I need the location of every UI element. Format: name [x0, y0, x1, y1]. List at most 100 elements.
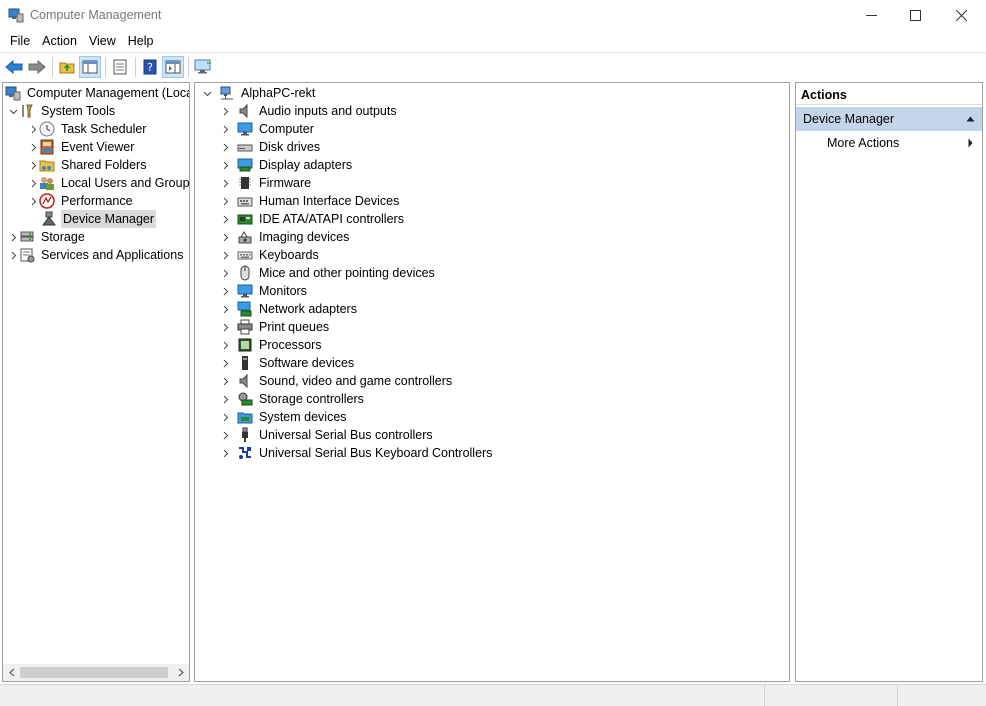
chevron-right-icon[interactable] — [219, 282, 231, 300]
more-actions-item[interactable]: More Actions — [796, 133, 982, 153]
status-segment — [897, 685, 986, 706]
device-category-universal-serial-bus-controllers[interactable]: Universal Serial Bus controllers — [219, 426, 435, 444]
device-category-firmware[interactable]: Firmware — [219, 174, 313, 192]
chevron-right-icon[interactable] — [219, 390, 231, 408]
chevron-right-icon[interactable] — [219, 336, 231, 354]
help-button[interactable]: ? — [139, 56, 161, 78]
storage-controller-icon — [237, 391, 253, 407]
scrollbar-thumb[interactable] — [20, 667, 168, 678]
menu-file[interactable]: File — [4, 31, 36, 51]
device-category-label: Network adapters — [259, 302, 357, 316]
menu-help[interactable]: Help — [122, 31, 160, 51]
chevron-right-icon[interactable] — [219, 408, 231, 426]
tree-item-system-tools[interactable]: System Tools — [7, 102, 117, 120]
chevron-right-icon[interactable] — [219, 120, 231, 138]
chevron-right-icon[interactable] — [219, 228, 231, 246]
chevron-right-icon[interactable] — [7, 228, 19, 246]
chevron-right-icon[interactable] — [219, 138, 231, 156]
clock-icon — [39, 121, 55, 137]
device-category-display-adapters[interactable]: Display adapters — [219, 156, 354, 174]
back-button[interactable] — [3, 56, 25, 78]
chevron-right-icon[interactable] — [219, 156, 231, 174]
show-hide-action-pane-button[interactable] — [162, 55, 184, 78]
tree-item-performance[interactable]: Performance — [27, 192, 135, 210]
window-title: Computer Management — [30, 8, 162, 22]
device-category-processors[interactable]: Processors — [219, 336, 324, 354]
chevron-right-icon[interactable] — [219, 300, 231, 318]
firmware-chip-icon — [237, 175, 253, 191]
chevron-right-icon[interactable] — [219, 318, 231, 336]
scroll-right-icon[interactable] — [175, 666, 187, 678]
chevron-right-icon[interactable] — [219, 102, 231, 120]
tree-item-services-and-applications[interactable]: Services and Applications — [7, 246, 185, 264]
console-tree-pane: Computer Management (Local System Tools … — [2, 82, 190, 682]
toolbar-separator — [135, 56, 136, 77]
scroll-left-icon[interactable] — [5, 666, 17, 678]
chevron-right-icon[interactable] — [219, 264, 231, 282]
device-category-system-devices[interactable]: System devices — [219, 408, 349, 426]
network-adapter-icon — [237, 301, 253, 317]
device-category-monitors[interactable]: Monitors — [219, 282, 309, 300]
device-category-print-queues[interactable]: Print queues — [219, 318, 331, 336]
tree-item-local-users-and-groups[interactable]: Local Users and Groups — [27, 174, 189, 192]
device-category-audio-inputs-and-outputs[interactable]: Audio inputs and outputs — [219, 102, 399, 120]
horizontal-scrollbar[interactable] — [3, 664, 189, 681]
chevron-right-icon[interactable] — [219, 426, 231, 444]
device-root[interactable]: AlphaPC-rekt — [201, 84, 317, 102]
device-category-keyboards[interactable]: Keyboards — [219, 246, 321, 264]
tree-item-shared-folders[interactable]: Shared Folders — [27, 156, 148, 174]
toolbar: ? — [0, 52, 986, 80]
device-category-computer[interactable]: Computer — [219, 120, 316, 138]
chevron-right-icon[interactable] — [219, 354, 231, 372]
chevron-down-icon[interactable] — [201, 84, 213, 102]
chevron-right-icon[interactable] — [27, 174, 39, 192]
device-tree-pane: AlphaPC-rekt Audio inputs and outputs Com… — [194, 82, 790, 682]
chevron-right-icon[interactable] — [27, 192, 39, 210]
chevron-right-icon[interactable] — [219, 210, 231, 228]
chevron-right-icon[interactable] — [27, 138, 39, 156]
tree-item-event-viewer[interactable]: Event Viewer — [27, 138, 136, 156]
actions-group-device-manager[interactable]: Device Manager — [796, 107, 982, 131]
chevron-right-icon[interactable] — [219, 246, 231, 264]
device-category-ide-ata-atapi-controllers[interactable]: IDE ATA/ATAPI controllers — [219, 210, 406, 228]
device-category-imaging-devices[interactable]: Imaging devices — [219, 228, 351, 246]
close-button[interactable] — [938, 0, 984, 30]
tree-item-task-scheduler[interactable]: Task Scheduler — [27, 120, 148, 138]
device-category-disk-drives[interactable]: Disk drives — [219, 138, 322, 156]
scan-hardware-button[interactable] — [192, 56, 214, 78]
tree-item-computer-management[interactable]: Computer Management (Local — [5, 84, 189, 102]
device-category-software-devices[interactable]: Software devices — [219, 354, 356, 372]
minimize-button[interactable] — [848, 0, 894, 30]
help-icon: ? — [143, 59, 157, 74]
actions-group-label: Device Manager — [803, 112, 895, 126]
properties-icon — [113, 59, 127, 74]
maximize-button[interactable] — [892, 0, 938, 30]
up-one-level-button[interactable] — [56, 56, 78, 78]
device-category-universal-serial-bus-keyboard-controllers[interactable]: Universal Serial Bus Keyboard Controller… — [219, 444, 494, 462]
tree-item-storage[interactable]: Storage — [7, 228, 87, 246]
show-hide-console-tree-button[interactable] — [79, 55, 101, 78]
device-category-sound-video-and-game-controllers[interactable]: Sound, video and game controllers — [219, 372, 454, 390]
storage-icon — [19, 229, 35, 245]
menu-action[interactable]: Action — [36, 31, 83, 51]
device-category-label: Universal Serial Bus controllers — [259, 428, 433, 442]
device-category-network-adapters[interactable]: Network adapters — [219, 300, 359, 318]
chevron-right-icon[interactable] — [219, 372, 231, 390]
forward-button[interactable] — [26, 56, 48, 78]
tree-item-device-manager[interactable]: Device Manager — [39, 210, 157, 228]
device-category-mice-and-other-pointing-devices[interactable]: Mice and other pointing devices — [219, 264, 437, 282]
chevron-right-icon[interactable] — [27, 120, 39, 138]
device-category-storage-controllers[interactable]: Storage controllers — [219, 390, 366, 408]
device-category-label: Mice and other pointing devices — [259, 266, 435, 280]
users-icon — [39, 175, 55, 191]
up-folder-icon — [59, 62, 75, 73]
chevron-right-icon[interactable] — [219, 444, 231, 462]
menu-view[interactable]: View — [83, 31, 122, 51]
chevron-right-icon[interactable] — [219, 174, 231, 192]
device-category-human-interface-devices[interactable]: Human Interface Devices — [219, 192, 401, 210]
chevron-right-icon[interactable] — [27, 156, 39, 174]
chevron-right-icon[interactable] — [219, 192, 231, 210]
chevron-down-icon[interactable] — [7, 102, 19, 120]
properties-button[interactable] — [109, 56, 131, 78]
chevron-right-icon[interactable] — [7, 246, 19, 264]
